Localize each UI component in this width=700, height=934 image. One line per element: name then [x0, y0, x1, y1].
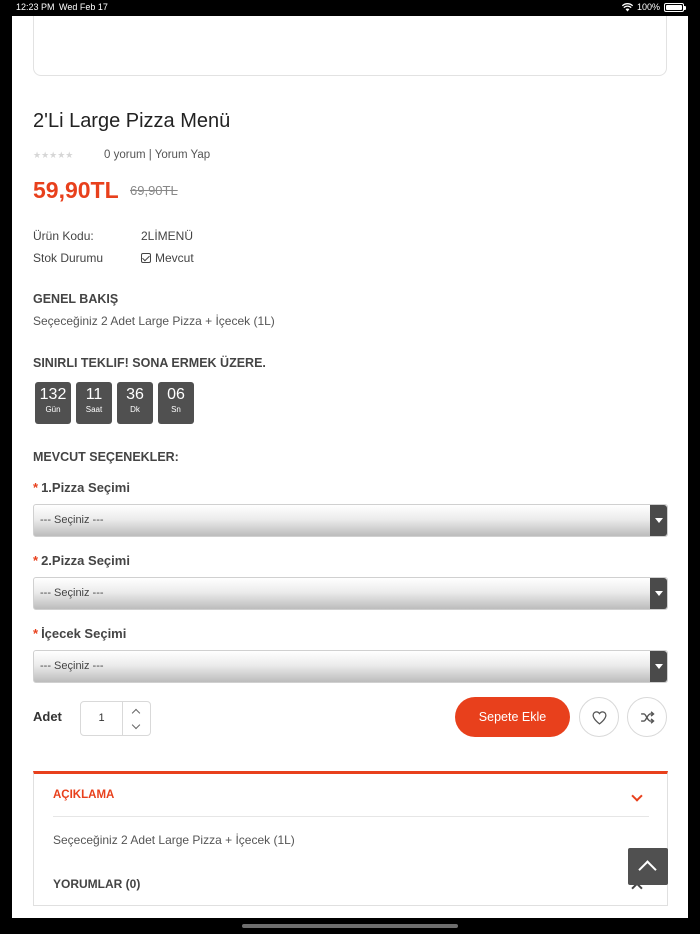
status-date: Wed Feb 17: [59, 2, 108, 12]
divider: [53, 816, 649, 817]
select-value: --- Seçiniz ---: [40, 514, 104, 526]
countdown-value: 132: [39, 386, 67, 403]
heart-icon: [592, 711, 607, 725]
select-value: --- Seçiniz ---: [40, 587, 104, 599]
option-label-text: 2.Pizza Seçimi: [41, 553, 130, 568]
spec-value: 2LİMENÜ: [141, 229, 194, 243]
battery-percent: 100%: [636, 2, 660, 12]
spec-key: Ürün Kodu:: [33, 229, 94, 243]
overview-text: Seçeceğiniz 2 Adet Large Pizza + İçecek …: [33, 314, 275, 328]
offer-heading: SINIRLI TEKLIF! SONA ERMEK ÜZERE.: [33, 356, 266, 370]
spec-row: Ürün Kodu: 2LİMENÜ: [33, 225, 194, 247]
wishlist-button[interactable]: [579, 697, 619, 737]
countdown-hours: 11 Saat: [76, 382, 112, 424]
description-panel: AÇIKLAMA Seçeceğiniz 2 Adet Large Pizza …: [33, 771, 668, 906]
countdown-value: 06: [167, 386, 185, 403]
chevron-down-icon[interactable]: [650, 505, 667, 536]
status-time: 12:23 PM: [16, 2, 55, 12]
review-link[interactable]: 0 yorum | Yorum Yap: [104, 149, 210, 161]
overview-heading: GENEL BAKIŞ: [33, 292, 119, 306]
option-label-drink: * İçecek Seçimi: [33, 626, 126, 641]
option-label-pizza-2: * 2.Pizza Seçimi: [33, 553, 130, 568]
option-label-pizza-1: * 1.Pizza Seçimi: [33, 480, 130, 495]
option-label-text: 1.Pizza Seçimi: [41, 480, 130, 495]
status-bar: 12:23 PM Wed Feb 17 100%: [0, 0, 700, 16]
product-specs: Ürün Kodu: 2LİMENÜ Stok Durumu Mevcut: [33, 225, 194, 269]
product-price: 59,90TL: [33, 177, 119, 203]
countdown-unit: Saat: [85, 405, 103, 414]
description-text: Seçeceğiniz 2 Adet Large Pizza + İçecek …: [53, 833, 295, 847]
countdown-value: 11: [85, 386, 103, 403]
status-right: 100%: [621, 2, 686, 12]
product-title: 2'Li Large Pizza Menü: [33, 110, 231, 132]
wifi-icon: [621, 2, 633, 11]
tab-reviews[interactable]: YORUMLAR (0): [53, 877, 140, 891]
quantity-stepper[interactable]: 1: [80, 701, 151, 736]
drink-select[interactable]: --- Seçiniz ---: [33, 650, 668, 683]
countdown-unit: Gün: [45, 405, 61, 414]
increment-icon[interactable]: [129, 704, 143, 718]
countdown-minutes: 36 Dk: [117, 382, 153, 424]
image-card: [33, 16, 667, 76]
countdown-unit: Sn: [171, 405, 181, 414]
app-screen: 2'Li Large Pizza Menü ★★★★★ 0 yorum | Yo…: [12, 16, 688, 918]
shuffle-icon: [641, 711, 655, 724]
pizza-1-select[interactable]: --- Seçiniz ---: [33, 504, 668, 537]
required-marker: *: [33, 480, 39, 495]
spec-row: Stok Durumu Mevcut: [33, 247, 194, 269]
old-price: 69,90TL: [130, 183, 178, 198]
decrement-icon[interactable]: [129, 720, 143, 734]
scroll-top-icon[interactable]: [628, 848, 668, 885]
countdown-unit: Dk: [130, 405, 140, 414]
chevron-down-icon[interactable]: [650, 578, 667, 609]
countdown: 132 Gün 11 Saat 36 Dk 06 Sn: [35, 382, 194, 424]
quantity-input[interactable]: 1: [81, 702, 123, 735]
tab-description[interactable]: AÇIKLAMA: [53, 789, 114, 801]
spec-key: Stok Durumu: [33, 251, 104, 265]
options-heading: MEVCUT SEÇENEKLER:: [33, 450, 179, 464]
countdown-seconds: 06 Sn: [158, 382, 194, 424]
required-marker: *: [33, 626, 39, 641]
home-indicator[interactable]: [242, 924, 458, 928]
compare-button[interactable]: [627, 697, 667, 737]
battery-icon: [664, 2, 686, 12]
add-to-cart-button[interactable]: Sepete Ekle: [455, 697, 570, 737]
pizza-2-select[interactable]: --- Seçiniz ---: [33, 577, 668, 610]
chevron-down-icon[interactable]: [631, 790, 643, 802]
countdown-value: 36: [126, 386, 144, 403]
required-marker: *: [33, 553, 39, 568]
stock-text: Mevcut: [155, 251, 194, 265]
stock-value: Mevcut: [141, 251, 194, 265]
chevron-down-icon[interactable]: [650, 651, 667, 682]
countdown-days: 132 Gün: [35, 382, 71, 424]
select-value: --- Seçiniz ---: [40, 660, 104, 672]
quantity-label: Adet: [33, 709, 62, 724]
check-square-icon: [141, 253, 151, 263]
star-rating[interactable]: ★★★★★: [33, 150, 73, 161]
option-label-text: İçecek Seçimi: [41, 626, 127, 641]
